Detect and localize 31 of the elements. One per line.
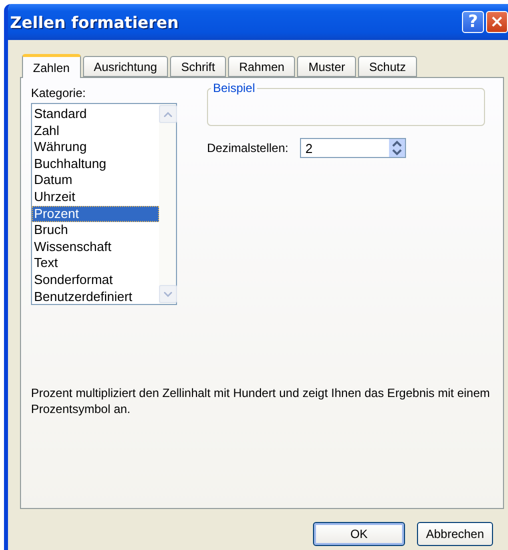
tab[interactable]: Schutz bbox=[358, 56, 417, 77]
list-item[interactable]: Uhrzeit bbox=[32, 188, 159, 206]
list-item[interactable]: Sonderformat bbox=[32, 272, 159, 289]
list-item[interactable]: Text bbox=[32, 255, 159, 272]
close-button[interactable]: × bbox=[486, 11, 508, 33]
window-title: Zellen formatieren bbox=[10, 12, 179, 32]
scrollbar[interactable] bbox=[159, 104, 176, 304]
category-list[interactable]: Standard Zahl Währung Buchhaltung Datum Uhrzeit Prozent Bruch Wissenschaft Text Sonderformat Benutzerdefiniert bbox=[31, 103, 177, 305]
help-button[interactable]: ? bbox=[462, 11, 484, 33]
tab[interactable]: Schrift bbox=[170, 56, 226, 77]
scroll-down-button[interactable] bbox=[159, 285, 177, 303]
list-item[interactable]: Währung bbox=[32, 139, 159, 156]
category-label: Kategorie: bbox=[31, 86, 87, 100]
tab[interactable]: Muster bbox=[297, 56, 356, 77]
list-item[interactable]: Buchhaltung bbox=[32, 156, 159, 172]
list-item[interactable]: Zahl bbox=[32, 122, 159, 140]
description-text: Prozent multipliziert den Zellinhalt mit Hundert und zeigt Ihnen das Ergebnis mit einem Prozentsymbol an. bbox=[31, 385, 491, 418]
tab[interactable]: Zahlen bbox=[22, 54, 81, 78]
tab[interactable]: Rahmen bbox=[228, 56, 296, 77]
scroll-up-button[interactable] bbox=[159, 105, 177, 123]
tab[interactable]: Ausrichtung bbox=[82, 56, 168, 77]
decimals-label: Dezimalstellen: bbox=[207, 141, 288, 155]
cancel-button[interactable]: Abbrechen bbox=[417, 522, 493, 546]
ok-button[interactable]: OK bbox=[313, 522, 405, 546]
list-item[interactable]: Datum bbox=[32, 172, 159, 189]
list-item[interactable]: Standard bbox=[32, 106, 159, 123]
list-item[interactable]: Benutzerdefiniert bbox=[32, 288, 159, 306]
list-item[interactable]: Wissenschaft bbox=[32, 238, 159, 256]
group-title: Beispiel bbox=[211, 81, 258, 95]
list-item[interactable]: Prozent bbox=[32, 206, 159, 222]
list-item[interactable]: Bruch bbox=[32, 222, 159, 239]
